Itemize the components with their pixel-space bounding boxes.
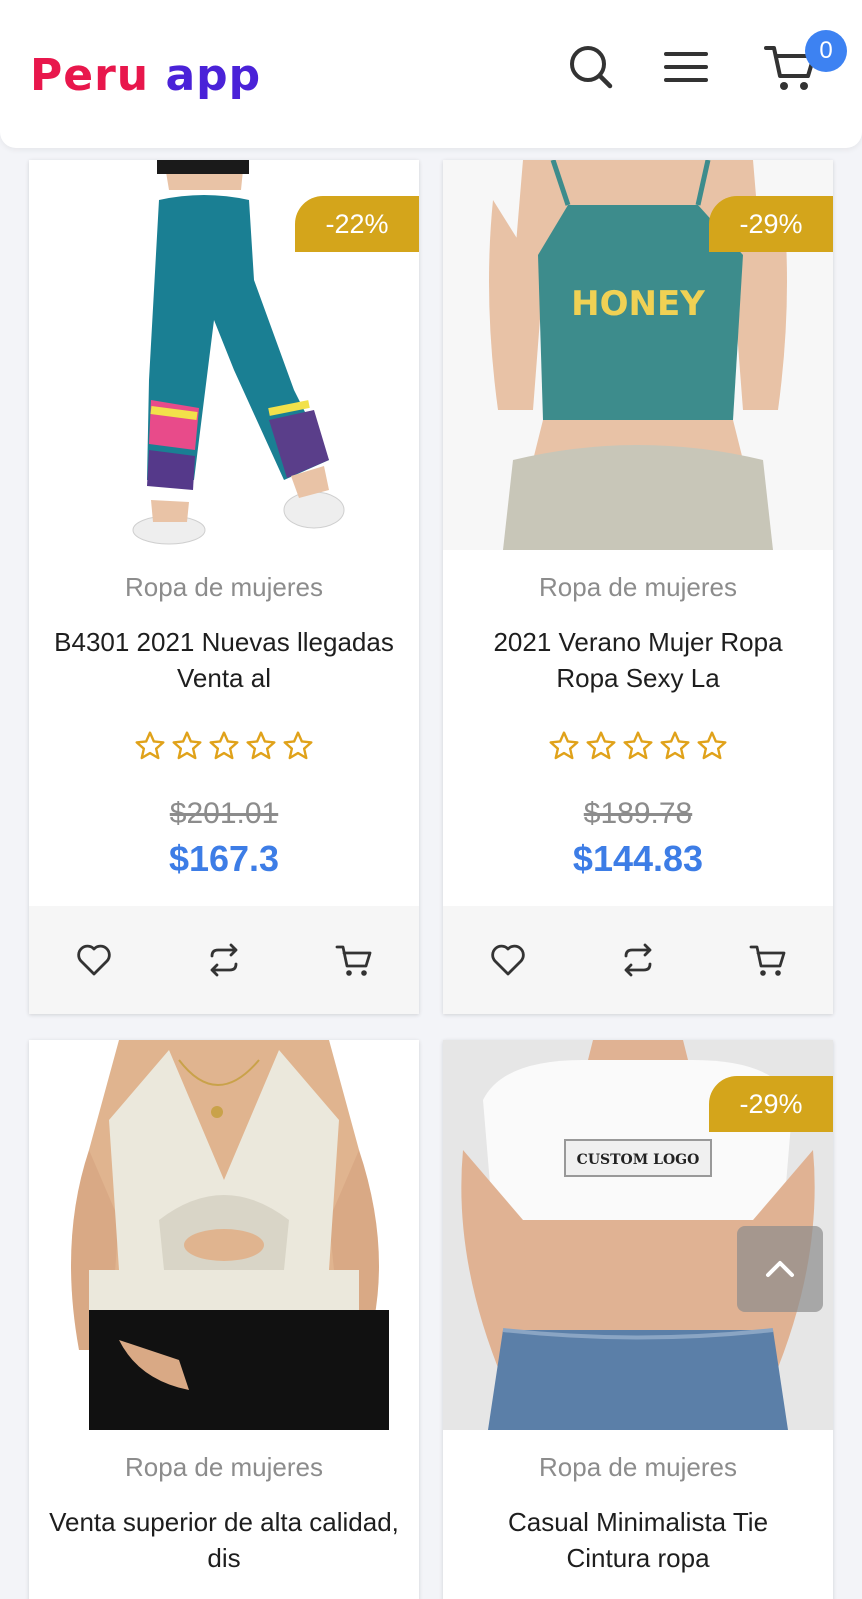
product-image[interactable]: -22% [29, 160, 419, 550]
add-to-cart-icon[interactable] [748, 940, 788, 980]
star-icon [209, 731, 239, 760]
star-rating [443, 730, 833, 762]
star-icon [697, 731, 727, 760]
star-rating [29, 730, 419, 762]
star-icon [623, 731, 653, 760]
compare-icon[interactable] [204, 940, 244, 980]
original-price: $189.78 [583, 797, 693, 830]
app-header: Peru app 0 [0, 0, 862, 148]
product-category: Ropa de mujeres [125, 1452, 323, 1482]
star-icon [246, 731, 276, 760]
product-category: Ropa de mujeres [125, 572, 323, 602]
add-to-cart-icon[interactable] [334, 940, 374, 980]
star-icon [172, 731, 202, 760]
product-title[interactable]: Casual Minimalista Tie Cintura ropa [463, 1504, 813, 1576]
cart-count-badge: 0 [805, 30, 847, 72]
chevron-up-icon [766, 1261, 794, 1277]
product-title[interactable]: 2021 Verano Mujer Ropa Ropa Sexy La [463, 624, 813, 696]
discount-badge: -22% [295, 196, 419, 252]
product-card[interactable]: Ropa de mujeres Venta superior de alta c… [29, 1040, 419, 1599]
product-card[interactable]: CUSTOM LOGO -29% Ropa de mujeres Casual … [443, 1040, 833, 1599]
custom-logo-print: CUSTOM LOGO [577, 1152, 700, 1168]
product-card[interactable]: HONEY -29% Ropa de mujeres 2021 Verano M… [443, 160, 833, 1014]
star-icon [283, 731, 313, 760]
original-price: $201.01 [169, 797, 279, 830]
product-actions [29, 906, 419, 1014]
search-icon[interactable] [564, 40, 616, 92]
sale-price: $144.83 [572, 838, 704, 879]
sale-price: $167.3 [168, 838, 280, 879]
app-logo[interactable]: Peru app [30, 46, 261, 106]
star-icon [660, 731, 690, 760]
scroll-to-top-button[interactable] [737, 1226, 823, 1312]
discount-badge: -29% [709, 196, 833, 252]
product-category: Ropa de mujeres [539, 1452, 737, 1482]
product-title[interactable]: B4301 2021 Nuevas llegadas Venta al [49, 624, 399, 696]
discount-badge: -29% [709, 1076, 833, 1132]
product-actions [443, 906, 833, 1014]
star-icon [586, 731, 616, 760]
menu-icon[interactable] [660, 40, 712, 92]
product-image[interactable]: HONEY -29% [443, 160, 833, 550]
honey-print: HONEY [571, 284, 705, 324]
star-icon [549, 731, 579, 760]
product-image[interactable] [29, 1040, 419, 1430]
product-card[interactable]: -22% Ropa de mujeres B4301 2021 Nuevas l… [29, 160, 419, 1014]
compare-icon[interactable] [618, 940, 658, 980]
product-title[interactable]: Venta superior de alta calidad, dis [49, 1504, 399, 1576]
star-icon [135, 731, 165, 760]
heart-icon[interactable] [488, 940, 528, 980]
heart-icon[interactable] [74, 940, 114, 980]
product-category: Ropa de mujeres [539, 572, 737, 602]
